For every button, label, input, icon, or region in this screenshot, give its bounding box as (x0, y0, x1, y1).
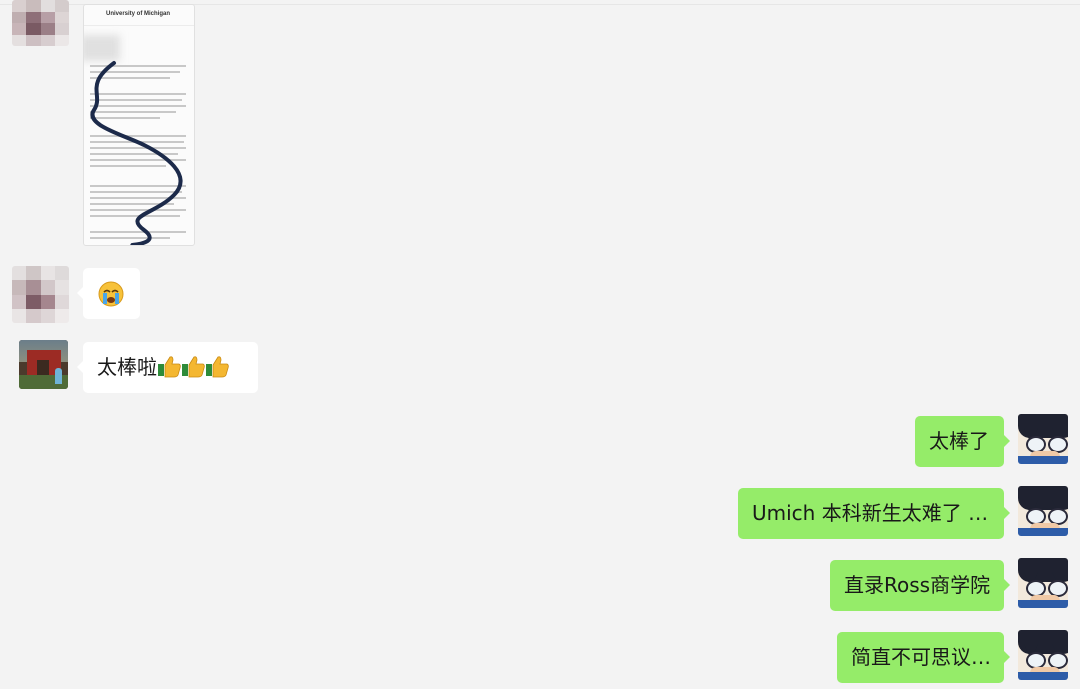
my-avatar[interactable] (1018, 558, 1068, 608)
my-avatar[interactable] (1018, 414, 1068, 464)
scribble-annotation (90, 61, 183, 245)
sender-avatar[interactable] (12, 266, 69, 323)
message-text: 简直不可思议… (851, 645, 991, 669)
sender-avatar[interactable] (12, 0, 69, 46)
message-text: 直录Ross商学院 (844, 573, 991, 597)
crying-face-icon (98, 281, 124, 307)
thumbs-up-icon (181, 346, 205, 378)
message-text: 太棒啦 (97, 355, 157, 379)
message-bubble[interactable]: 太棒啦 (77, 342, 258, 393)
image-message[interactable]: University of Michigan (83, 4, 195, 246)
message-bubble-outgoing[interactable]: 简直不可思议… (837, 632, 1010, 683)
message-bubble-emoji[interactable] (77, 268, 140, 319)
my-avatar[interactable] (1018, 486, 1068, 536)
message-bubble-outgoing[interactable]: 太棒了 (915, 416, 1010, 467)
thumbs-up-icon (205, 346, 229, 378)
message-text: Umich 本科新生太难了 … (752, 501, 989, 525)
my-avatar[interactable] (1018, 630, 1068, 680)
message-text: 太棒了 (929, 429, 989, 453)
sender-avatar[interactable] (19, 340, 68, 389)
thumbs-up-icon (157, 346, 181, 378)
message-bubble-outgoing[interactable]: 直录Ross商学院 (830, 560, 1010, 611)
message-bubble-outgoing[interactable]: Umich 本科新生太难了 … (738, 488, 1010, 539)
